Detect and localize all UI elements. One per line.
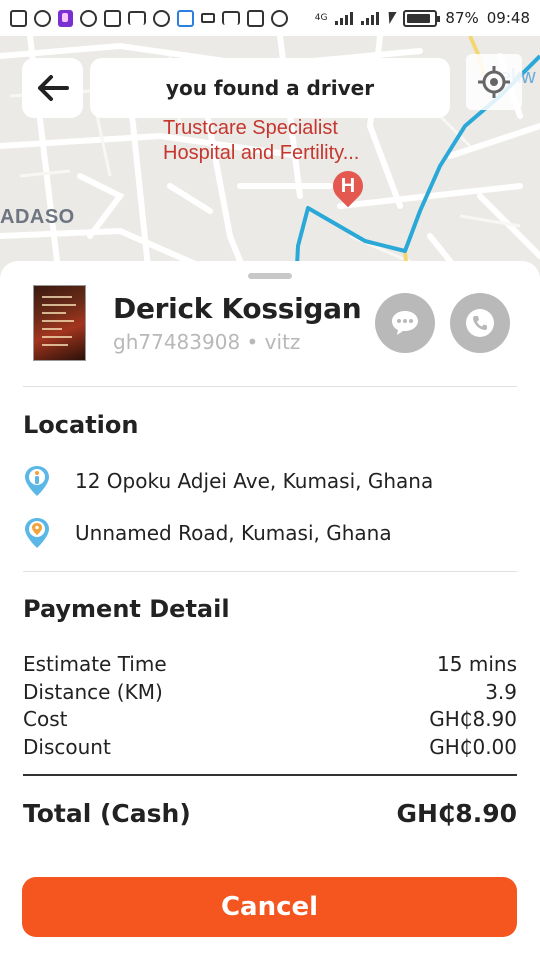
- dropoff-row: Unnamed Road, Kumasi, Ghana: [23, 516, 517, 550]
- location-title: Location: [23, 411, 139, 439]
- notification-icons: [10, 9, 288, 27]
- payment-table: Estimate Time 15 mins Distance (KM) 3.9 …: [23, 651, 517, 761]
- location-icon: [271, 9, 288, 27]
- call-driver-button[interactable]: [450, 293, 510, 353]
- payment-value: 3.9: [485, 679, 517, 704]
- gmail-icon: [222, 11, 240, 25]
- driver-plate-car: gh77483908 • vitz: [113, 330, 301, 354]
- arrow-left-icon: [37, 75, 69, 101]
- payment-label: Distance (KM): [23, 679, 163, 704]
- payment-value: GH₵0.00: [429, 734, 517, 759]
- p-app-icon: [58, 9, 73, 27]
- total-label: Total (Cash): [23, 799, 191, 828]
- back-button[interactable]: [22, 58, 83, 118]
- gallery-icon: [247, 9, 264, 27]
- message-driver-button[interactable]: [375, 293, 435, 353]
- driver-avatar: [33, 285, 86, 361]
- signal-icon-2: [361, 11, 380, 25]
- gmail-icon: [128, 11, 146, 25]
- poi-label[interactable]: Trustcare Specialist Hospital and Fertil…: [163, 116, 359, 166]
- driver-card: Derick Kossigan gh77483908 • vitz: [23, 284, 517, 364]
- network-type: 4G: [314, 12, 328, 23]
- message-icon: [201, 13, 215, 23]
- dropoff-address: Unnamed Road, Kumasi, Ghana: [75, 521, 392, 545]
- payment-label: Estimate Time: [23, 652, 167, 676]
- location-pin-icon: [23, 516, 51, 550]
- payment-row-discount: Discount GH₵0.00: [23, 734, 517, 762]
- payment-value: GH₵8.90: [429, 707, 517, 731]
- signal-icon: [335, 11, 354, 25]
- total-value: GH₵8.90: [396, 799, 517, 828]
- clock: 09:48: [486, 9, 530, 27]
- charging-icon: [385, 12, 398, 24]
- bitcoin-icon: [80, 9, 97, 27]
- chrome-icon: [153, 9, 170, 27]
- area-label: ADASO: [0, 206, 75, 228]
- tshirt-icon: [104, 9, 121, 27]
- pickup-address: 12 Opoku Adjei Ave, Kumasi, Ghana: [75, 469, 434, 493]
- chat-bubble-icon: [392, 311, 418, 335]
- status-bar: 4G 87% 09:48: [0, 0, 540, 36]
- payment-label: Cost: [23, 707, 68, 731]
- status-right: 4G 87% 09:48: [315, 9, 530, 27]
- total-divider: [23, 774, 517, 776]
- gps-target-icon: [478, 66, 510, 98]
- payment-row-distance: Distance (KM) 3.9: [23, 679, 517, 707]
- driver-name: Derick Kossigan: [113, 292, 362, 325]
- phone-icon: [466, 309, 494, 337]
- payment-title: Payment Detail: [23, 595, 230, 623]
- swirl-icon: [34, 9, 51, 27]
- page-title: you found a driver: [90, 58, 450, 118]
- ride-details-sheet: Derick Kossigan gh77483908 • vitz Locati…: [0, 261, 540, 960]
- divider: [23, 386, 517, 387]
- total-row: Total (Cash) GH₵8.90: [23, 799, 517, 828]
- drag-handle[interactable]: [248, 273, 292, 279]
- locate-button[interactable]: [466, 54, 522, 110]
- cancel-button[interactable]: Cancel: [22, 877, 517, 937]
- browser-icon: [177, 9, 194, 27]
- hospital-pin-letter: H: [340, 175, 356, 197]
- payment-value: 15 mins: [437, 652, 517, 676]
- person-pin-icon: [23, 464, 51, 498]
- payment-label: Discount: [23, 734, 111, 759]
- battery-icon: [403, 9, 441, 27]
- payment-row-cost: Cost GH₵8.90: [23, 706, 517, 734]
- payment-row-estimate-time: Estimate Time 15 mins: [23, 651, 517, 679]
- hospital-pin-icon[interactable]: H: [326, 164, 370, 208]
- add-icon: [10, 9, 27, 27]
- battery-percent: 87%: [445, 9, 479, 27]
- divider: [23, 571, 517, 572]
- pickup-row: 12 Opoku Adjei Ave, Kumasi, Ghana: [23, 464, 517, 498]
